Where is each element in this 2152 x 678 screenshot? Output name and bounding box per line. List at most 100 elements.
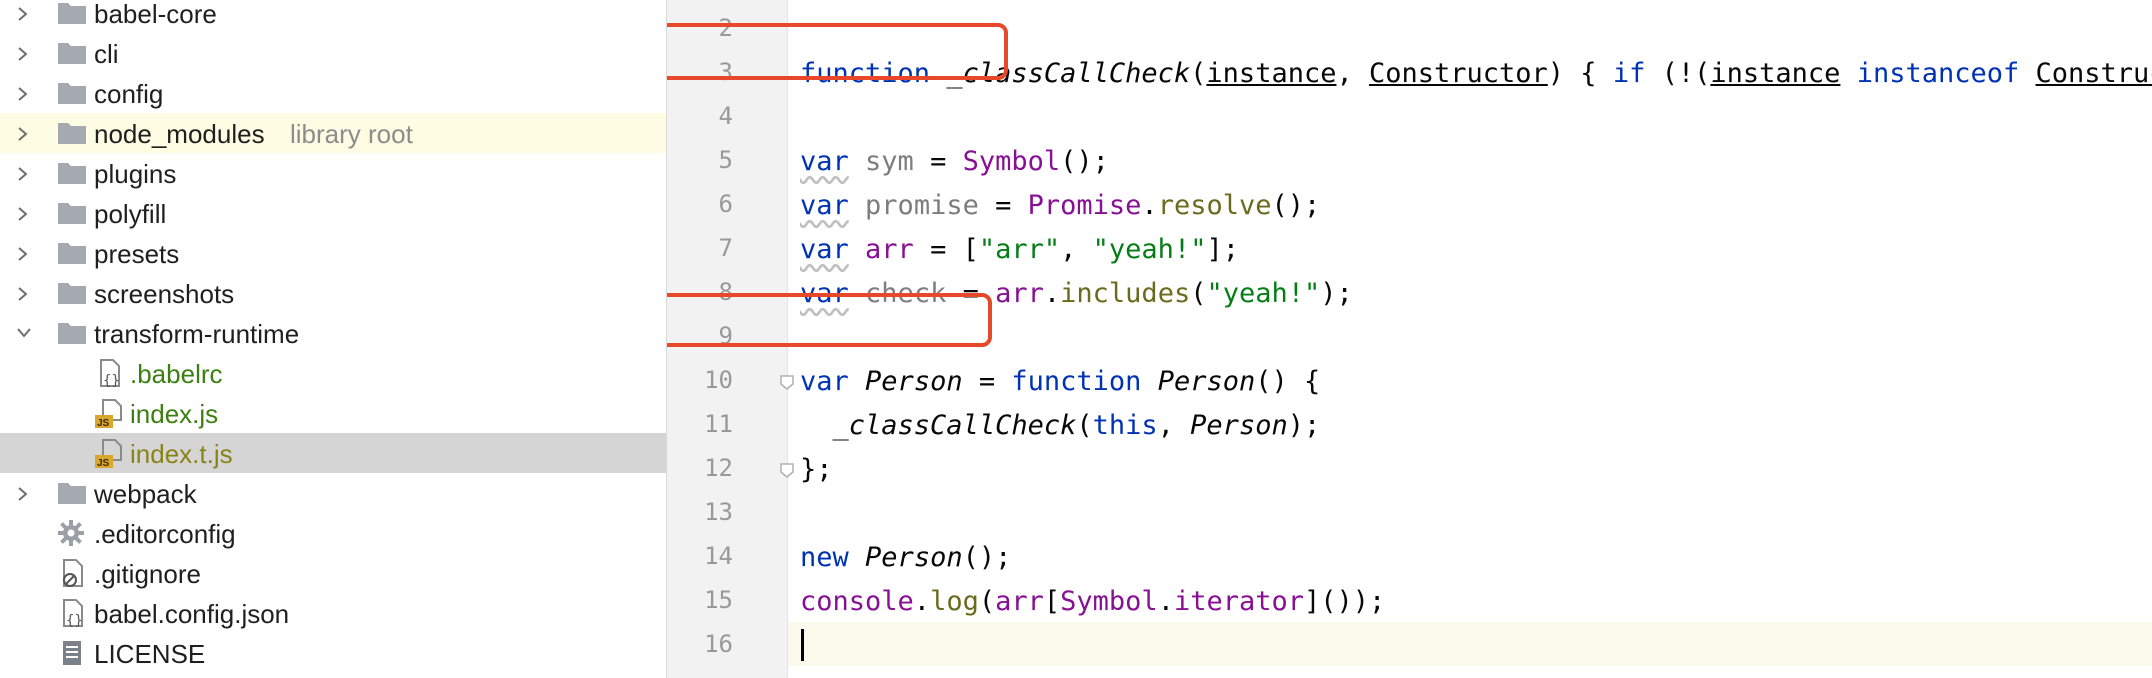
- code-line-5[interactable]: var sym = Symbol();: [800, 140, 1109, 184]
- tree-item-config[interactable]: config: [0, 73, 666, 113]
- fold-end-icon[interactable]: [779, 462, 795, 478]
- tree-item-label: index.t.js: [130, 439, 233, 469]
- code-token: .: [913, 586, 931, 617]
- line-number: 7: [718, 234, 733, 262]
- code-line-10[interactable]: var Person = function Person() {: [800, 360, 1320, 404]
- current-line-highlight: [788, 622, 2152, 666]
- code-token: Promise: [1027, 190, 1142, 221]
- tree-item-plugins[interactable]: plugins: [0, 153, 666, 193]
- code-token: if: [1612, 58, 1646, 89]
- code-token: promise: [865, 190, 979, 221]
- code-token: "yeah!": [1206, 278, 1321, 309]
- code-token: resolve: [1157, 190, 1272, 221]
- project-tree: babel-core cli config node_modules library r…: [0, 0, 667, 678]
- code-token: arr: [995, 586, 1044, 617]
- code-token: this: [1092, 410, 1158, 441]
- folder-icon: [57, 279, 87, 312]
- code-line-7[interactable]: var arr = ["arr", "yeah!"];: [800, 228, 1239, 272]
- tree-item-label: .editorconfig: [94, 519, 236, 549]
- tree-item-label: screenshots: [94, 279, 235, 309]
- svg-text:{}: {}: [103, 373, 120, 389]
- line-number: 10: [704, 366, 733, 394]
- chevron-right-icon[interactable]: [16, 166, 30, 181]
- code-token: "yeah!": [1092, 234, 1207, 265]
- code-token: iterator: [1173, 586, 1305, 617]
- code-line-11[interactable]: _classCallCheck(this, Person);: [800, 404, 1321, 448]
- svg-text:JS: JS: [97, 458, 110, 469]
- tree-item-babelrc[interactable]: {} .babelrc: [0, 353, 666, 393]
- code-line-6[interactable]: var promise = Promise.resolve();: [800, 184, 1320, 228]
- tree-item-node-modules[interactable]: node_modules library root: [0, 113, 666, 153]
- code-token: ();: [962, 542, 1012, 573]
- chevron-down-icon[interactable]: [16, 326, 31, 340]
- code-token: [: [1043, 586, 1061, 617]
- tree-item-babel-core[interactable]: babel-core: [0, 0, 666, 33]
- tree-item-label: index.js: [130, 399, 219, 429]
- code-token: var: [800, 366, 849, 397]
- tree-item-label: config: [94, 79, 164, 109]
- code-token: (!(: [1645, 58, 1711, 89]
- folder-icon: [57, 39, 87, 72]
- line-number: 4: [718, 102, 733, 130]
- folder-icon: [57, 119, 87, 152]
- tree-item-screenshots[interactable]: screenshots: [0, 273, 666, 313]
- code-token: var: [800, 190, 849, 221]
- tree-item-gitignore[interactable]: .gitignore: [0, 553, 666, 593]
- js-file-icon: JS: [94, 439, 124, 476]
- tree-item-index-t-js[interactable]: JS index.t.js: [0, 433, 666, 473]
- code-token: .: [1141, 190, 1158, 221]
- folder-icon: [57, 79, 87, 112]
- folder-icon: [57, 199, 87, 232]
- code-token: new: [800, 542, 849, 573]
- code-token: Symbol: [1060, 586, 1158, 617]
- chevron-right-icon[interactable]: [16, 86, 30, 101]
- code-token: ,: [1060, 234, 1093, 265]
- chevron-right-icon[interactable]: [16, 486, 30, 501]
- code-token: };: [800, 454, 833, 485]
- code-token: log: [930, 586, 979, 617]
- code-token: ,: [1336, 58, 1369, 89]
- tree-item-transform-runtime[interactable]: transform-runtime: [0, 313, 666, 353]
- tree-item-label: babel-core: [94, 0, 217, 29]
- tree-item-label: polyfill: [94, 199, 167, 229]
- code-line-12[interactable]: };: [800, 448, 833, 492]
- code-token: function: [1011, 366, 1142, 397]
- code-editor[interactable]: 2 3 4 5 6 7 8 9 10 11 12 13 14 15 16 function _classCa…: [667, 0, 2152, 678]
- code-token: Constructor: [2035, 58, 2152, 89]
- code-token: arr: [995, 278, 1044, 309]
- chevron-right-icon[interactable]: [16, 206, 30, 221]
- chevron-right-icon[interactable]: [16, 6, 30, 21]
- tree-item-label: LICENSE: [94, 639, 206, 669]
- chevron-right-icon[interactable]: [16, 246, 30, 261]
- tree-item-index-js[interactable]: JS index.js: [0, 393, 666, 433]
- line-number: 14: [704, 542, 733, 570]
- chevron-right-icon[interactable]: [16, 126, 30, 141]
- code-line-14[interactable]: new Person();: [800, 536, 1011, 580]
- tree-item-webpack[interactable]: webpack: [0, 473, 666, 513]
- code-token: =: [978, 190, 1028, 221]
- fold-start-icon[interactable]: [779, 374, 795, 390]
- json-file-icon: {}: [94, 359, 124, 396]
- tree-item-label: presets: [94, 239, 180, 269]
- chevron-right-icon[interactable]: [16, 286, 30, 301]
- tree-item-cli[interactable]: cli: [0, 33, 666, 73]
- tree-item-babel-config-json[interactable]: {} babel.config.json: [0, 593, 666, 633]
- folder-icon: [57, 0, 87, 32]
- tree-item-license[interactable]: LICENSE: [0, 633, 666, 673]
- tree-item-label: cli: [94, 39, 119, 69]
- tree-item-presets[interactable]: presets: [0, 233, 666, 273]
- code-token: (: [1190, 58, 1207, 89]
- tree-item-label: .gitignore: [94, 559, 201, 589]
- tree-item-label: .babelrc: [130, 359, 223, 389]
- chevron-right-icon[interactable]: [16, 46, 30, 61]
- tree-item-editorconfig[interactable]: .editorconfig: [0, 513, 666, 553]
- tree-item-polyfill[interactable]: polyfill: [0, 193, 666, 233]
- code-line-15[interactable]: console.log(arr[Symbol.iterator]());: [800, 580, 1385, 624]
- line-number: 5: [718, 146, 733, 174]
